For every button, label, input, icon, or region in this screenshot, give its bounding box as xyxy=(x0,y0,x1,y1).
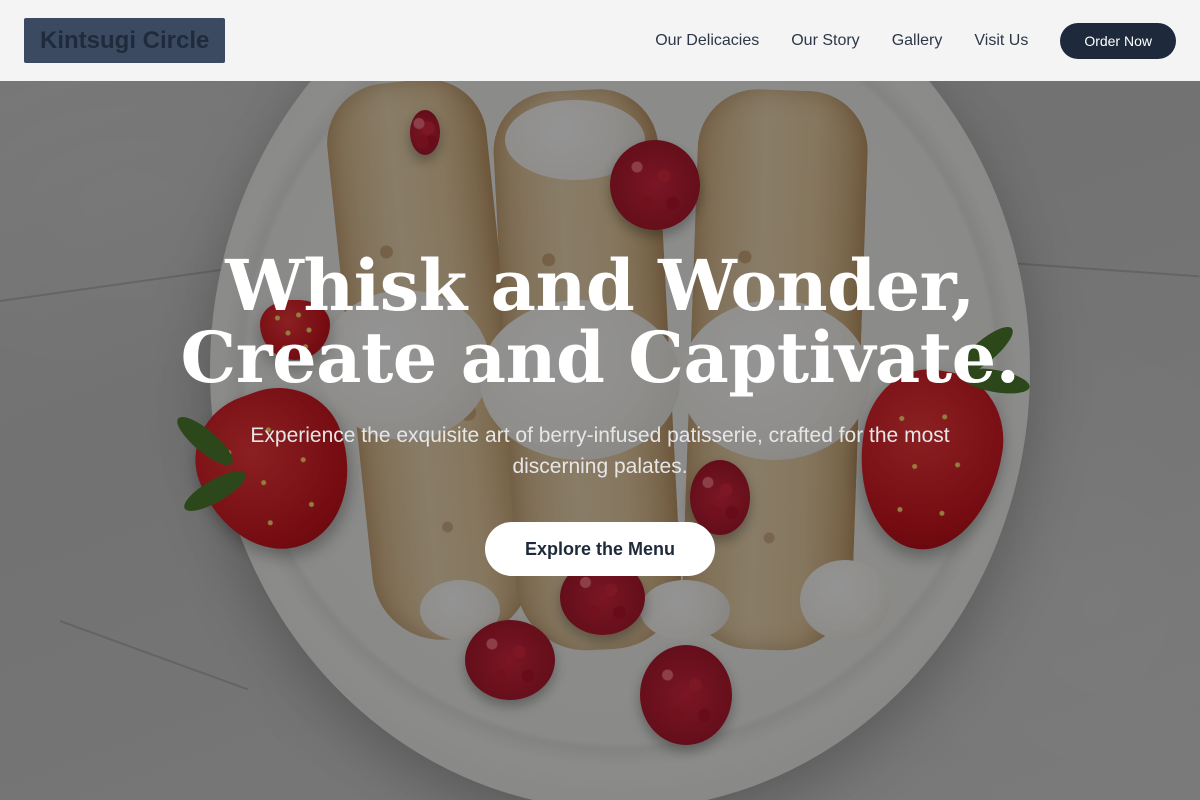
nav-link-our-delicacies[interactable]: Our Delicacies xyxy=(655,32,759,50)
hero-subtitle: Experience the exquisite art of berry-in… xyxy=(250,424,950,478)
main-nav: Our Delicacies Our Story Gallery Visit U… xyxy=(623,22,1176,59)
top-navbar: Kintsugi Circle Our Delicacies Our Story… xyxy=(0,0,1200,81)
hero-section: Whisk and Wonder, Create and Captivate. … xyxy=(0,250,1200,576)
brand-logo[interactable]: Kintsugi Circle xyxy=(24,18,226,63)
explore-menu-button[interactable]: Explore the Menu xyxy=(484,522,716,576)
nav-link-visit-us[interactable]: Visit Us xyxy=(974,32,1028,50)
order-now-button[interactable]: Order Now xyxy=(1060,22,1176,59)
hero-title-line-1: Whisk and Wonder, xyxy=(225,244,975,327)
hero-title: Whisk and Wonder, Create and Captivate. xyxy=(0,250,1200,394)
nav-link-gallery[interactable]: Gallery xyxy=(892,32,943,50)
nav-link-our-story[interactable]: Our Story xyxy=(791,32,859,50)
hero-title-line-2: Create and Captivate. xyxy=(180,316,1020,399)
